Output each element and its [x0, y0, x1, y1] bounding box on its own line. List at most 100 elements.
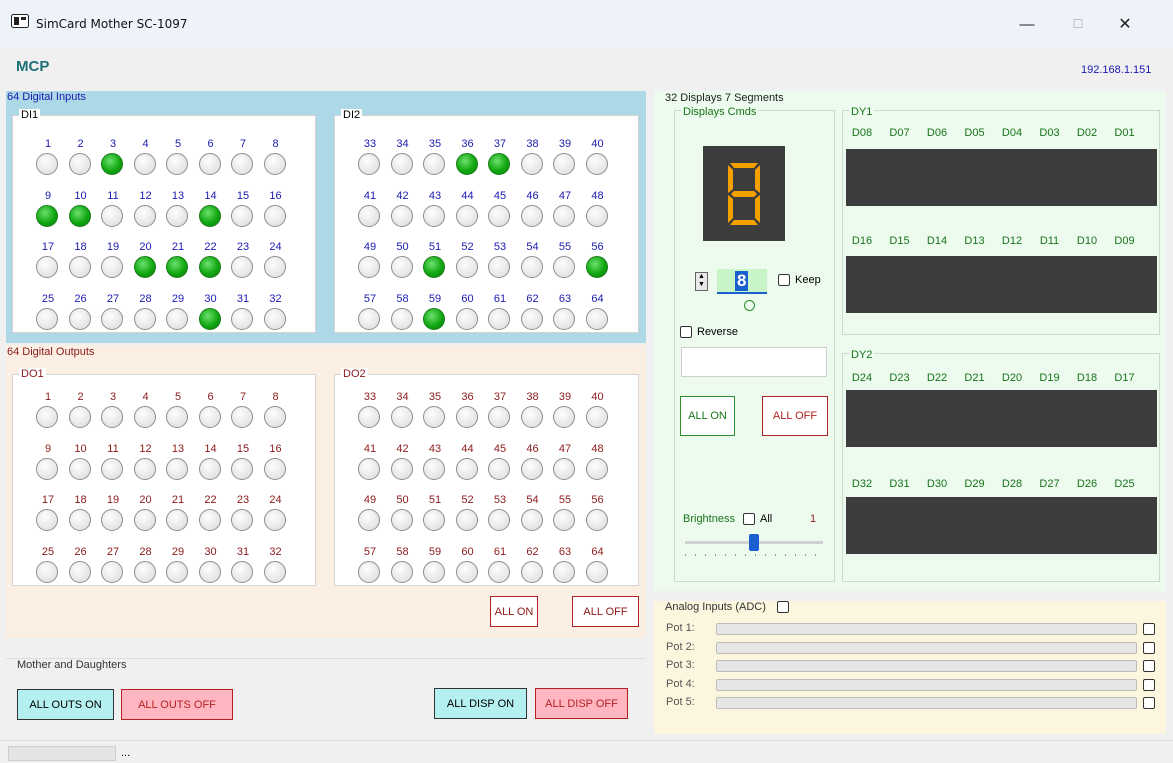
di-number-label: 15	[236, 189, 250, 202]
do-led-12[interactable]	[133, 457, 156, 480]
do-led-44[interactable]	[455, 457, 478, 480]
do-led-6[interactable]	[198, 406, 221, 428]
do-led-4[interactable]	[133, 406, 156, 428]
do-led-62[interactable]	[520, 560, 543, 583]
do-led-54[interactable]	[520, 509, 543, 531]
do-led-38[interactable]	[520, 406, 543, 428]
do-led-37[interactable]	[488, 406, 510, 428]
do-led-55[interactable]	[553, 509, 575, 531]
brightness-slider-thumb[interactable]	[749, 534, 759, 551]
do-led-39[interactable]	[553, 406, 575, 428]
do-led-45[interactable]	[488, 457, 510, 480]
do-led-64[interactable]	[585, 560, 608, 583]
do-led-25[interactable]	[36, 560, 58, 583]
do-led-48[interactable]	[585, 457, 608, 480]
do-led-11[interactable]	[101, 457, 123, 480]
outputs-all-off-button[interactable]: ALL OFF	[572, 596, 639, 627]
do-led-30[interactable]	[198, 560, 221, 583]
display-text-input[interactable]	[681, 347, 827, 377]
do-led-22[interactable]	[198, 509, 221, 531]
do-led-52[interactable]	[455, 509, 478, 531]
do-number-label: 49	[363, 494, 377, 506]
do-led-19[interactable]	[101, 509, 123, 531]
do-led-26[interactable]	[68, 560, 91, 583]
displays-all-on-button[interactable]: ALL ON	[680, 396, 735, 436]
do-led-21[interactable]	[166, 509, 188, 531]
di-led-60	[455, 307, 478, 330]
do-led-33[interactable]	[358, 406, 380, 428]
all-outs-on-button[interactable]: ALL OUTS ON	[17, 689, 114, 720]
do-led-20[interactable]	[133, 509, 156, 531]
do-led-34[interactable]	[390, 406, 413, 428]
do-led-47[interactable]	[553, 457, 575, 480]
do-led-50[interactable]	[390, 509, 413, 531]
do-led-28[interactable]	[133, 560, 156, 583]
reverse-checkbox[interactable]	[680, 326, 692, 338]
do-led-1[interactable]	[36, 406, 58, 428]
minimize-button[interactable]: —	[1005, 10, 1049, 38]
do-number-label: 22	[204, 494, 217, 506]
do-led-3[interactable]	[101, 406, 123, 428]
do-number-label: 9	[44, 442, 52, 455]
pot-enable-checkbox[interactable]	[1143, 623, 1155, 635]
do-led-24[interactable]	[263, 509, 286, 531]
analog-enable-checkbox[interactable]	[777, 601, 789, 613]
keep-checkbox[interactable]	[778, 274, 790, 286]
do-led-46[interactable]	[520, 457, 543, 480]
pot-enable-checkbox[interactable]	[1143, 660, 1155, 672]
do-led-58[interactable]	[390, 560, 413, 583]
do-led-15[interactable]	[231, 457, 253, 480]
do-led-56[interactable]	[585, 509, 608, 531]
do-led-61[interactable]	[488, 560, 510, 583]
display-label-d06: D06	[926, 127, 948, 139]
do-led-7[interactable]	[231, 406, 253, 428]
do-led-40[interactable]	[585, 406, 608, 428]
do-led-2[interactable]	[68, 406, 91, 428]
digit-spinner[interactable]: ▲ ▼	[695, 272, 708, 291]
brightness-all-checkbox[interactable]	[743, 513, 755, 525]
do-led-27[interactable]	[101, 560, 123, 583]
digit-value-input[interactable]: 8	[717, 269, 767, 294]
do-led-35[interactable]	[423, 406, 445, 428]
do-led-23[interactable]	[231, 509, 253, 531]
all-outs-off-button[interactable]: ALL OUTS OFF	[121, 689, 233, 720]
do-led-18[interactable]	[68, 509, 91, 531]
display-label-d21: D21	[964, 372, 985, 384]
do-led-42[interactable]	[390, 457, 413, 480]
do-led-29[interactable]	[166, 560, 188, 583]
do-led-36[interactable]	[455, 406, 478, 428]
do-led-43[interactable]	[423, 457, 445, 480]
close-button[interactable]: ✕	[1103, 10, 1147, 38]
do-led-51[interactable]	[423, 509, 445, 531]
maximize-button[interactable]: ☐	[1056, 10, 1100, 38]
do-led-59[interactable]	[423, 560, 445, 583]
do-led-53[interactable]	[488, 509, 510, 531]
do-led-5[interactable]	[166, 406, 188, 428]
all-disp-on-button[interactable]: ALL DISP ON	[434, 688, 527, 719]
status-indicator-icon	[744, 300, 755, 311]
do-number-label: 8	[272, 391, 279, 403]
do-led-8[interactable]	[263, 406, 286, 428]
do-led-13[interactable]	[166, 457, 188, 480]
do-led-60[interactable]	[455, 560, 478, 583]
do-led-9[interactable]	[36, 457, 58, 480]
do-led-63[interactable]	[553, 560, 575, 583]
do-led-16[interactable]	[263, 457, 286, 480]
do-led-31[interactable]	[231, 560, 253, 583]
all-disp-off-button[interactable]: ALL DISP OFF	[535, 688, 628, 719]
do-led-14[interactable]	[198, 457, 221, 480]
do-led-17[interactable]	[36, 509, 58, 531]
outputs-all-on-button[interactable]: ALL ON	[490, 596, 538, 627]
pot-enable-checkbox[interactable]	[1143, 678, 1155, 691]
do-led-41[interactable]	[358, 457, 380, 480]
do-led-57[interactable]	[358, 560, 380, 583]
displays-all-off-button[interactable]: ALL OFF	[762, 396, 828, 436]
di-number-label: 14	[204, 189, 217, 202]
do-led-10[interactable]	[68, 457, 91, 480]
pot-enable-checkbox[interactable]	[1143, 641, 1155, 654]
do-led-32[interactable]	[263, 560, 286, 583]
di-number-label: 36	[461, 138, 474, 150]
di-number-label: 2	[77, 138, 84, 150]
pot-enable-checkbox[interactable]	[1143, 697, 1155, 709]
do-led-49[interactable]	[358, 509, 380, 531]
